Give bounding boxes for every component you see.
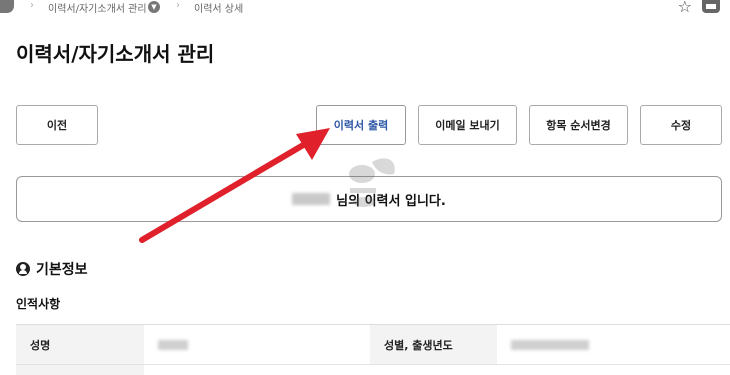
table-row: 성명 성별, 출생년도 — [16, 325, 730, 365]
redacted-value — [511, 339, 589, 350]
personal-info-subheading: 인적사항 — [16, 297, 61, 311]
gender-birthyear-value — [497, 325, 730, 364]
personal-info-table: 성명 성별, 출생년도 — [16, 324, 730, 375]
red-arrow-annotation — [139, 128, 330, 243]
basic-info-title: 기본정보 — [36, 262, 88, 278]
user-circle-icon — [16, 262, 30, 276]
table-row — [16, 365, 730, 375]
name-label: 성명 — [16, 325, 144, 364]
name-value — [144, 325, 370, 364]
next-row-label — [16, 365, 144, 375]
redacted-value — [158, 339, 188, 350]
gender-birthyear-label: 성별, 출생년도 — [370, 325, 497, 364]
basic-info-heading: 기본정보 — [16, 259, 88, 279]
